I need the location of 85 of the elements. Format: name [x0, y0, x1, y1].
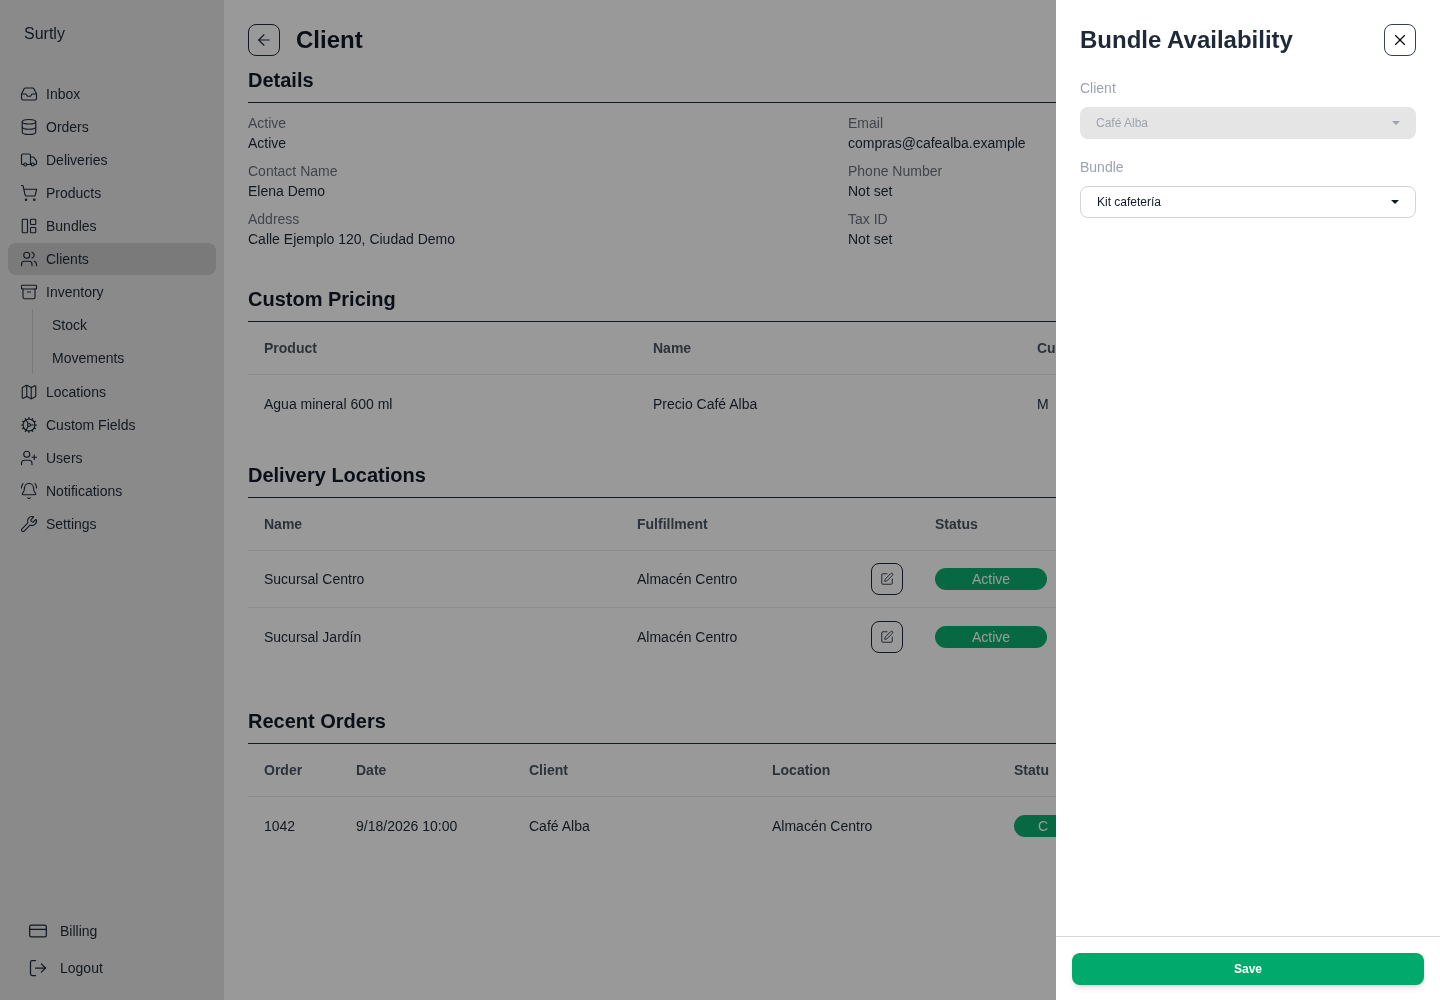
logout-icon	[28, 958, 48, 978]
field-value: Elena Demo	[248, 182, 327, 201]
sidebar-item[interactable]: Custom Fields	[8, 409, 216, 441]
truck-icon	[20, 151, 38, 169]
column-header: Name	[653, 339, 692, 358]
status-badge: Active	[935, 568, 1047, 590]
table-cell-text: 1042	[264, 816, 296, 836]
database-icon	[20, 118, 38, 136]
sidebar-item[interactable]: Orders	[8, 111, 216, 143]
field-label: Email	[848, 114, 884, 133]
column-header: Name	[264, 515, 303, 534]
edit-button[interactable]	[871, 563, 903, 595]
sidebar-subitem[interactable]: Stock	[33, 309, 216, 341]
section-heading: Details	[248, 66, 1056, 103]
edit-icon	[880, 629, 894, 644]
column-header: Date	[356, 761, 387, 780]
table-cell-text: M	[1037, 395, 1049, 414]
table-cell-text: Café Alba	[529, 816, 590, 836]
column-header: Status	[935, 515, 978, 534]
column-header: Statu	[1014, 761, 1049, 780]
field-value: Not set	[848, 182, 894, 201]
sidebar-footer-item[interactable]: Billing	[16, 915, 208, 947]
cog-icon	[20, 416, 38, 434]
field-label: Phone Number	[848, 162, 944, 181]
column-header: Order	[264, 761, 303, 780]
sidebar-item[interactable]: Products	[8, 177, 216, 209]
field-label: Active	[248, 114, 288, 133]
field-label: Bundle	[1080, 158, 1125, 177]
inbox-icon	[20, 85, 38, 103]
status-badge: Active	[935, 625, 1047, 648]
sidebar-item[interactable]: Inventory	[8, 276, 216, 308]
field-value: Calle Ejemplo 120, Ciudad Demo	[248, 230, 456, 249]
column-header: Cu	[1037, 339, 1056, 358]
column-header: Client	[529, 761, 568, 780]
field-value: Active	[248, 134, 288, 153]
sidebar-item[interactable]: Users	[8, 442, 216, 474]
field-value: Not set	[848, 230, 894, 249]
user-plus-icon	[20, 449, 38, 467]
field-label: Contact Name	[248, 162, 339, 181]
cart-icon	[20, 184, 38, 202]
sidebar-subitem[interactable]: Movements	[33, 342, 216, 374]
table-cell-text: 9/18/2026 10:00	[356, 816, 458, 836]
column-header: Location	[772, 761, 831, 780]
layout-icon	[20, 217, 38, 235]
dropdown-caret-icon	[1391, 200, 1399, 204]
section-heading: Recent Orders	[248, 707, 1056, 744]
wrench-icon	[20, 515, 38, 533]
table-cell-text: Almacén Centro	[772, 816, 873, 836]
table-cell-text: Almacén Centro	[637, 570, 738, 589]
table-cell-text: Agua mineral 600 ml	[264, 395, 393, 414]
field-label: Tax ID	[848, 210, 889, 229]
map-icon	[20, 383, 38, 401]
edit-button[interactable]	[871, 620, 903, 653]
dropdown-caret-icon	[1392, 121, 1400, 125]
drawer-title: Bundle Availability	[1080, 25, 1293, 55]
sidebar-item[interactable]: Bundles	[8, 210, 216, 242]
column-header: Fulfillment	[637, 515, 708, 534]
sidebar-item[interactable]: Inbox	[8, 78, 216, 110]
table-cell-text: Sucursal Centro	[264, 570, 365, 589]
archive-icon	[20, 283, 38, 301]
sidebar-item[interactable]: Deliveries	[8, 144, 216, 176]
sidebar-item[interactable]: Settings	[8, 508, 216, 540]
field-label: Address	[248, 210, 301, 229]
section-heading: Custom Pricing	[248, 285, 1056, 322]
sidebar-item[interactable]: Notifications	[8, 475, 216, 507]
save-button[interactable]: Save	[1072, 953, 1424, 985]
table-cell-text: Almacén Centro	[637, 627, 738, 647]
close-button[interactable]	[1384, 24, 1416, 56]
page-title: Client	[296, 25, 363, 55]
bell-icon	[20, 482, 38, 500]
back-button[interactable]	[248, 24, 280, 56]
sidebar-item[interactable]: Locations	[8, 376, 216, 408]
field-value: compras@cafealba.example	[848, 134, 1027, 153]
section-heading: Delivery Locations	[248, 461, 1056, 498]
sidebar-footer-item[interactable]: Logout	[16, 952, 208, 984]
table-cell-text: Sucursal Jardín	[264, 627, 362, 647]
sidebar-item[interactable]: Clients	[8, 243, 216, 275]
field-label: Client	[1080, 79, 1117, 98]
status-badge: C	[1014, 814, 1056, 837]
column-header: Product	[264, 339, 317, 358]
table-cell-text: Precio Café Alba	[653, 395, 758, 414]
edit-icon	[880, 572, 894, 586]
users-icon	[20, 250, 38, 268]
app-logo-text: Surtly	[23, 24, 66, 44]
select-field[interactable]: Kit cafetería	[1080, 186, 1416, 218]
